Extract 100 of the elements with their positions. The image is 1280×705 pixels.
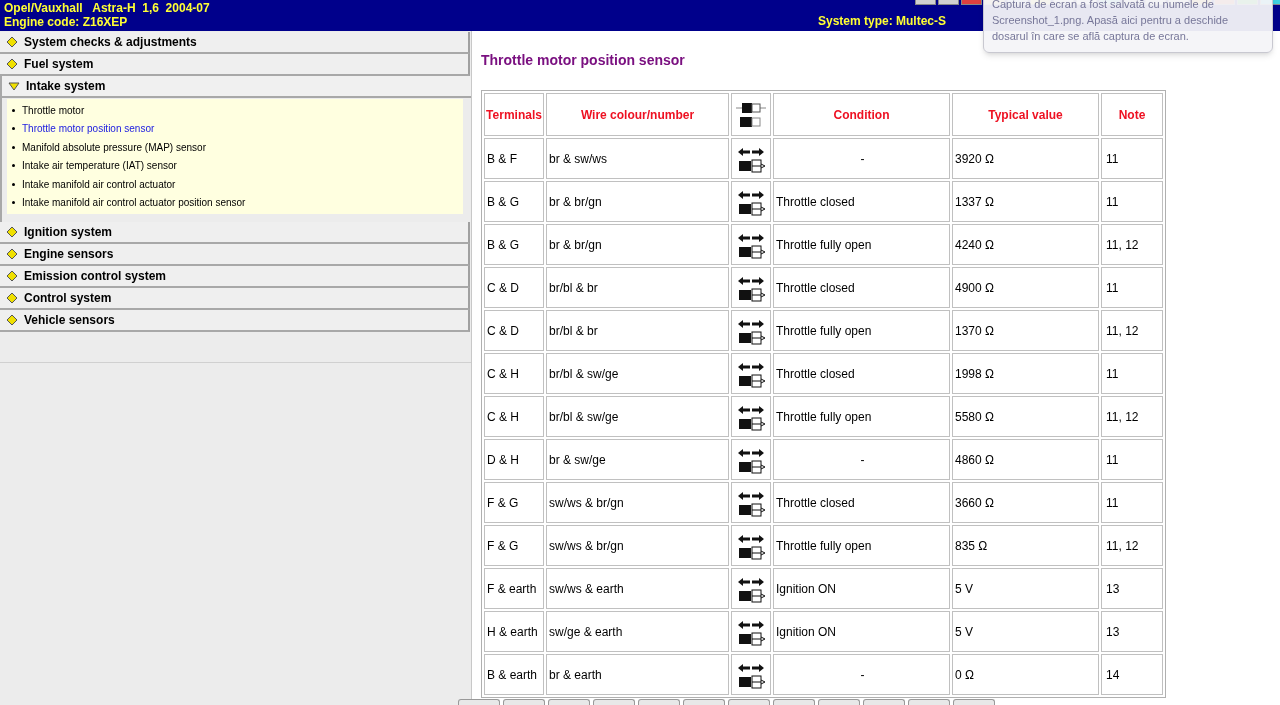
table-cell: F & earth xyxy=(484,568,544,609)
connector-icon xyxy=(734,100,768,129)
table-cell: C & D xyxy=(484,267,544,308)
bullet-icon xyxy=(12,108,15,112)
table-cell: - xyxy=(773,439,950,480)
table-cell: Ignition ON xyxy=(773,611,950,652)
table-cell: Throttle fully open xyxy=(773,224,950,265)
collapsed-arrow-icon xyxy=(6,226,18,238)
toolbar-button[interactable] xyxy=(638,699,680,705)
table-cell: 5580 Ω xyxy=(952,396,1099,437)
table-cell: br & br/gn xyxy=(546,224,729,265)
table-cell: 11, 12 xyxy=(1101,396,1163,437)
submenu-item[interactable]: Intake manifold air control actuator xyxy=(7,175,463,194)
table-cell: Throttle closed xyxy=(773,482,950,523)
bullet-icon xyxy=(12,127,15,131)
table-cell: Throttle closed xyxy=(773,353,950,394)
bullet-icon xyxy=(12,164,15,168)
table-cell: C & H xyxy=(484,396,544,437)
table-cell: 1998 Ω xyxy=(952,353,1099,394)
table-cell: B & G xyxy=(484,224,544,265)
table-cell: 4860 Ω xyxy=(952,439,1099,480)
table-cell: B & F xyxy=(484,138,544,179)
submenu-item[interactable]: Throttle motor position sensor xyxy=(7,119,463,138)
toolbar-button[interactable] xyxy=(503,699,545,705)
toolbar-button[interactable] xyxy=(818,699,860,705)
sidebar-section[interactable]: Ignition system xyxy=(0,222,470,244)
table-cell: 13 xyxy=(1101,611,1163,652)
table-cell: 11, 12 xyxy=(1101,310,1163,351)
table-cell: 14 xyxy=(1101,654,1163,695)
sidebar-section[interactable]: System checks & adjustments xyxy=(0,32,470,54)
table-cell: br/bl & br xyxy=(546,310,729,351)
page-title: Throttle motor position sensor xyxy=(481,51,686,70)
table-cell: br/bl & br xyxy=(546,267,729,308)
toolbar-button[interactable] xyxy=(773,699,815,705)
bullet-icon xyxy=(12,145,15,149)
sidebar-section[interactable]: Engine sensors xyxy=(0,244,470,266)
toolbar-button[interactable] xyxy=(593,699,635,705)
table-cell: D & H xyxy=(484,439,544,480)
toolbar-button[interactable] xyxy=(683,699,725,705)
table-cell: Throttle fully open xyxy=(773,310,950,351)
table-cell: 835 Ω xyxy=(952,525,1099,566)
table-cell: Throttle fully open xyxy=(773,396,950,437)
table-cell: 4240 Ω xyxy=(952,224,1099,265)
table-cell: br & sw/ge xyxy=(546,439,729,480)
bullet-icon xyxy=(12,201,15,205)
engine-code: Engine code: Z16XEP xyxy=(4,15,129,29)
vehicle-title: Opel/Vauxhall Astra-H 1,6 2004-07 xyxy=(4,1,210,15)
table-cell: 13 xyxy=(1101,568,1163,609)
table-cell: 1337 Ω xyxy=(952,181,1099,222)
table-cell: Throttle closed xyxy=(773,267,950,308)
table-cell: - xyxy=(773,654,950,695)
bullet-icon xyxy=(12,182,15,186)
table-cell: 3660 Ω xyxy=(952,482,1099,523)
sidebar-section[interactable]: Vehicle sensors xyxy=(0,310,470,332)
notification-toast[interactable]: Captura de ecran a fost salvată cu numele de Screenshot_1.png. Apasă aici pentru a deschide dosarul în care se află captura de ecran. xyxy=(983,0,1273,53)
table-cell: H & earth xyxy=(484,611,544,652)
sidebar-section[interactable]: Fuel system xyxy=(0,54,470,76)
table-cell: 11 xyxy=(1101,353,1163,394)
sidebar-section[interactable]: Control system xyxy=(0,288,470,310)
collapsed-arrow-icon xyxy=(6,58,18,70)
collapsed-arrow-icon xyxy=(6,314,18,326)
table-cell: B & G xyxy=(484,181,544,222)
system-type: System type: Multec-S xyxy=(817,13,946,30)
toolbar-button[interactable] xyxy=(548,699,590,705)
toolbar-button[interactable] xyxy=(863,699,905,705)
table-cell: - xyxy=(773,138,950,179)
column-header: Condition xyxy=(773,93,950,136)
table-cell: sw/ws & earth xyxy=(546,568,729,609)
table-cell: sw/ge & earth xyxy=(546,611,729,652)
column-header: Wire colour/number xyxy=(546,93,729,136)
sidebar-section[interactable]: Intake system xyxy=(0,76,471,98)
table-cell: Throttle fully open xyxy=(773,525,950,566)
toolbar-button[interactable] xyxy=(458,699,500,705)
table-cell: br & sw/ws xyxy=(546,138,729,179)
collapsed-arrow-icon xyxy=(6,292,18,304)
table-cell: br/bl & sw/ge xyxy=(546,396,729,437)
collapsed-arrow-icon xyxy=(6,270,18,282)
table-cell: 11 xyxy=(1101,181,1163,222)
notification-text: Captura de ecran a fost salvată cu numele de Screenshot_1.png. Apasă aici pentru a deschide dosarul în care se află captura de ecran. xyxy=(992,0,1230,44)
table-cell: 11 xyxy=(1101,138,1163,179)
submenu-item[interactable]: Throttle motor xyxy=(7,101,463,120)
toolbar-button[interactable] xyxy=(908,699,950,705)
table-cell: 11 xyxy=(1101,267,1163,308)
table-cell: 11 xyxy=(1101,439,1163,480)
toolbar-button[interactable] xyxy=(938,0,959,5)
toolbar-button[interactable] xyxy=(728,699,770,705)
sidebar-section[interactable]: Emission control system xyxy=(0,266,470,288)
toolbar-button[interactable] xyxy=(915,0,936,5)
table-cell: br & br/gn xyxy=(546,181,729,222)
toolbar-button[interactable] xyxy=(961,0,982,5)
submenu-item[interactable]: Manifold absolute pressure (MAP) sensor xyxy=(7,138,463,157)
table-cell: 11, 12 xyxy=(1101,525,1163,566)
table-cell: 11 xyxy=(1101,482,1163,523)
submenu-item[interactable]: Intake air temperature (IAT) sensor xyxy=(7,156,463,175)
table-cell: 3920 Ω xyxy=(952,138,1099,179)
toolbar-button[interactable] xyxy=(953,699,995,705)
table-cell: C & D xyxy=(484,310,544,351)
table-cell: sw/ws & br/gn xyxy=(546,482,729,523)
submenu-item[interactable]: Intake manifold air control actuator position sensor xyxy=(7,193,463,212)
table-cell: 4900 Ω xyxy=(952,267,1099,308)
